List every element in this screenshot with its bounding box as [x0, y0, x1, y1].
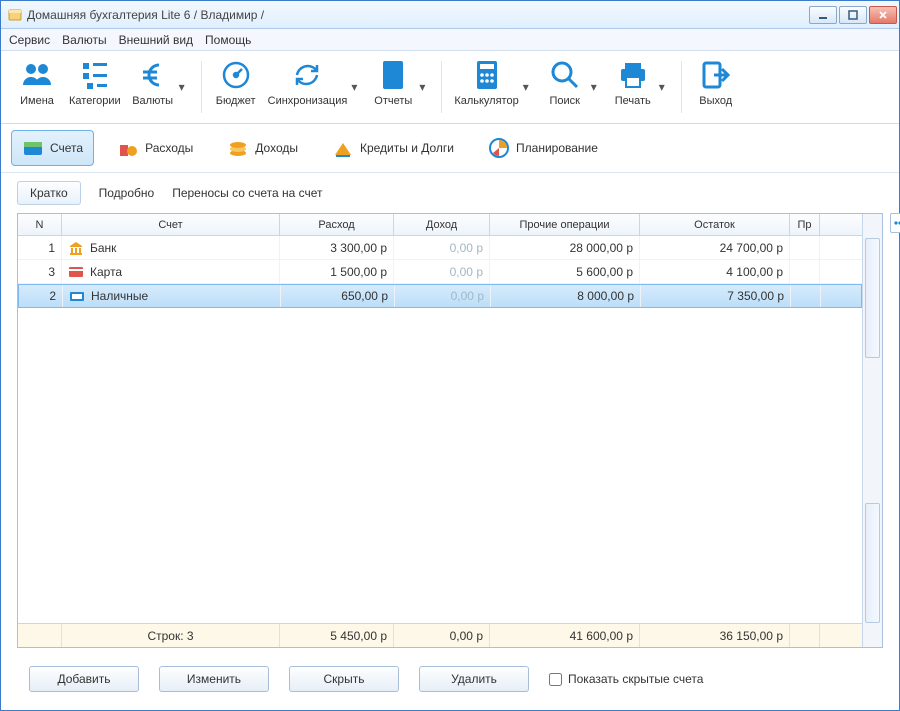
- delete-button[interactable]: Удалить: [419, 666, 529, 692]
- separator: [441, 61, 442, 113]
- menu-currencies[interactable]: Валюты: [62, 33, 107, 47]
- currencies-button[interactable]: Валюты: [127, 57, 179, 109]
- exit-icon: [700, 59, 732, 91]
- close-button[interactable]: [869, 6, 897, 24]
- budget-button[interactable]: Бюджет: [210, 57, 262, 109]
- expenses-icon: [117, 137, 139, 159]
- accounts-grid: N Счет Расход Доход Прочие операции Оста…: [17, 213, 883, 648]
- incomes-icon: [227, 137, 249, 159]
- view-bar: Кратко Подробно Переносы со счета на сче…: [1, 173, 899, 213]
- exit-button[interactable]: Выход: [690, 57, 742, 109]
- calc-button[interactable]: Калькулятор: [450, 57, 522, 109]
- wallet-icon: [22, 137, 44, 159]
- minimize-button[interactable]: [809, 6, 837, 24]
- cash-icon: [69, 288, 85, 304]
- people-icon: [21, 59, 53, 91]
- categories-button[interactable]: Категории: [65, 57, 125, 109]
- currencies-dropdown[interactable]: ▾: [179, 80, 189, 94]
- col-pr[interactable]: Пр: [790, 214, 820, 235]
- col-other[interactable]: Прочие операции: [490, 214, 640, 235]
- add-button[interactable]: Добавить: [29, 666, 139, 692]
- hide-button[interactable]: Скрыть: [289, 666, 399, 692]
- grid-header: N Счет Расход Доход Прочие операции Оста…: [18, 214, 862, 236]
- edit-button[interactable]: Изменить: [159, 666, 269, 692]
- sync-button[interactable]: Синхронизация: [264, 57, 352, 109]
- app-window: Домашняя бухгалтерия Lite 6 / Владимир /…: [0, 0, 900, 711]
- card-icon: [68, 264, 84, 280]
- button-bar: Добавить Изменить Скрыть Удалить Показат…: [1, 648, 899, 710]
- search-button[interactable]: Поиск: [539, 57, 591, 109]
- scroll-thumb[interactable]: [865, 503, 880, 623]
- names-button[interactable]: Имена: [11, 57, 63, 109]
- scrollbar[interactable]: [862, 214, 882, 647]
- scroll-thumb[interactable]: [865, 238, 880, 358]
- reports-button[interactable]: Отчеты: [367, 57, 419, 109]
- tab-credits[interactable]: Кредиты и Долги: [321, 130, 465, 166]
- printer-icon: [617, 59, 649, 91]
- main-toolbar: Имена Категории Валюты ▾ Бюджет Синхрони…: [1, 51, 899, 124]
- col-income[interactable]: Доход: [394, 214, 490, 235]
- table-row[interactable]: 1 Банк 3 300,00 р 0,00 р 28 000,00 р 24 …: [18, 236, 862, 260]
- tab-planning[interactable]: Планирование: [477, 130, 609, 166]
- view-detailed-link[interactable]: Подробно: [99, 186, 155, 200]
- maximize-button[interactable]: [839, 6, 867, 24]
- bank-icon: [68, 240, 84, 256]
- sync-icon: [291, 59, 323, 91]
- window-title: Домашняя бухгалтерия Lite 6 / Владимир /: [27, 8, 264, 22]
- table-row[interactable]: 3 Карта 1 500,00 р 0,00 р 5 600,00 р 4 1…: [18, 260, 862, 284]
- search-icon: [549, 59, 581, 91]
- titlebar: Домашняя бухгалтерия Lite 6 / Владимир /: [1, 1, 899, 29]
- app-icon: [7, 7, 23, 23]
- menubar: Сервис Валюты Внешний вид Помощь: [1, 29, 899, 51]
- reports-dropdown[interactable]: ▾: [419, 80, 429, 94]
- tab-incomes[interactable]: Доходы: [216, 130, 309, 166]
- separator: [201, 61, 202, 113]
- tab-expenses[interactable]: Расходы: [106, 130, 204, 166]
- table-row[interactable]: 2 Наличные 650,00 р 0,00 р 8 000,00 р 7 …: [18, 284, 862, 308]
- show-hidden-checkbox[interactable]: Показать скрытые счета: [549, 672, 703, 686]
- sync-dropdown[interactable]: ▾: [351, 80, 361, 94]
- col-account[interactable]: Счет: [62, 214, 280, 235]
- search-dropdown[interactable]: ▾: [591, 80, 601, 94]
- grid-footer: Строк: 3 5 450,00 р 0,00 р 41 600,00 р 3…: [18, 623, 862, 647]
- col-balance[interactable]: Остаток: [640, 214, 790, 235]
- gauge-icon: [220, 59, 252, 91]
- section-tabs: Счета Расходы Доходы Кредиты и Долги Пла…: [1, 124, 899, 173]
- credits-icon: [332, 137, 354, 159]
- euro-icon: [137, 59, 169, 91]
- tree-icon: [79, 59, 111, 91]
- grid-options-button[interactable]: [890, 213, 900, 233]
- tab-accounts[interactable]: Счета: [11, 130, 94, 166]
- col-n[interactable]: N: [18, 214, 62, 235]
- menu-help[interactable]: Помощь: [205, 33, 251, 47]
- calc-dropdown[interactable]: ▾: [523, 80, 533, 94]
- grid-body: 1 Банк 3 300,00 р 0,00 р 28 000,00 р 24 …: [18, 236, 862, 623]
- menu-view[interactable]: Внешний вид: [119, 33, 193, 47]
- print-dropdown[interactable]: ▾: [659, 80, 669, 94]
- col-expense[interactable]: Расход: [280, 214, 394, 235]
- view-transfers-link[interactable]: Переносы со счета на счет: [172, 186, 322, 200]
- window-buttons: [809, 6, 897, 24]
- menu-service[interactable]: Сервис: [9, 33, 50, 47]
- view-brief-button[interactable]: Кратко: [17, 181, 81, 205]
- print-button[interactable]: Печать: [607, 57, 659, 109]
- chart-icon: [377, 59, 409, 91]
- planning-icon: [488, 137, 510, 159]
- show-hidden-input[interactable]: [549, 673, 562, 686]
- separator: [681, 61, 682, 113]
- calculator-icon: [471, 59, 503, 91]
